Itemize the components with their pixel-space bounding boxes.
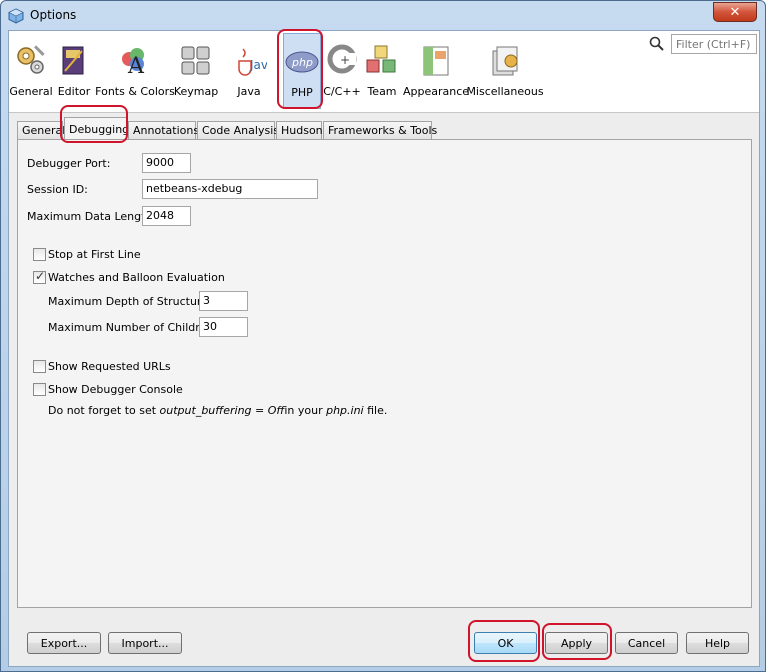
category-appearance[interactable]: Appearance <box>402 33 470 109</box>
tab-hudson-label: Hudson <box>281 124 323 137</box>
max-depth-label: Maximum Depth of Structures: <box>48 295 218 308</box>
category-keymap[interactable]: Keymap <box>174 33 218 109</box>
debugging-panel: Debugger Port: 9000 Session ID: netbeans… <box>17 139 752 608</box>
category-miscellaneous[interactable]: Miscellaneous <box>466 33 544 109</box>
team-cubes-icon <box>366 45 396 73</box>
fonts-colors-icon: A <box>122 48 145 79</box>
filter-input[interactable] <box>671 34 757 54</box>
max-children-label: Maximum Number of Children: <box>48 321 217 334</box>
php-icon: php <box>285 51 319 73</box>
title-bar: Options ✕ <box>1 1 765 31</box>
category-java[interactable]: Java Java <box>223 33 275 109</box>
category-editor[interactable]: Editor <box>56 33 92 109</box>
debugger-port-input[interactable]: 9000 <box>142 153 191 173</box>
svg-text:A: A <box>127 54 145 79</box>
appearance-icon <box>423 46 449 76</box>
svg-text:Java: Java <box>249 58 267 72</box>
category-appearance-label: Appearance <box>402 85 470 98</box>
category-php-label: PHP <box>291 86 313 99</box>
category-fonts-colors-label: Fonts & Colors <box>95 85 175 98</box>
cancel-button[interactable]: Cancel <box>615 632 678 654</box>
show-requested-urls-label: Show Requested URLs <box>48 360 171 373</box>
category-miscellaneous-label: Miscellaneous <box>466 85 544 98</box>
tab-general-label: General <box>22 124 66 137</box>
note-file: php.ini <box>326 404 364 417</box>
close-button[interactable]: ✕ <box>713 2 757 22</box>
tab-code-analysis[interactable]: Code Analysis <box>197 121 279 139</box>
show-debugger-console-label: Show Debugger Console <box>48 383 183 396</box>
options-client-area: General Editor A Fonts & Colors Keymap J… <box>8 30 760 667</box>
tab-frameworks-tools-label: Frameworks & Tools <box>328 124 438 137</box>
category-cpp-label: C/C++ <box>323 85 361 98</box>
category-java-label: Java <box>237 85 261 98</box>
close-icon: ✕ <box>729 4 741 20</box>
category-fonts-colors[interactable]: A Fonts & Colors <box>95 33 175 109</box>
tab-general[interactable]: General <box>17 121 66 139</box>
keyboard-icon <box>181 46 210 75</box>
export-button[interactable]: Export... <box>27 632 101 654</box>
tab-frameworks-tools[interactable]: Frameworks & Tools <box>323 121 437 139</box>
tab-hudson[interactable]: Hudson <box>276 121 323 139</box>
import-button[interactable]: Import... <box>108 632 182 654</box>
max-depth-input[interactable]: 3 <box>199 291 248 311</box>
stop-first-line-label: Stop at First Line <box>48 248 141 261</box>
java-cup-icon: Java <box>238 48 267 76</box>
svg-text:php: php <box>291 56 313 69</box>
category-team[interactable]: Team <box>365 33 399 109</box>
session-id-input[interactable]: netbeans-xdebug <box>142 179 318 199</box>
misc-icon <box>492 46 518 76</box>
watches-balloon-checkbox[interactable] <box>33 269 46 284</box>
category-php[interactable]: php PHP <box>283 33 321 109</box>
window-title: Options <box>30 8 77 22</box>
cpp-icon: + <box>327 44 357 74</box>
note-middle: in your <box>284 404 327 417</box>
netbeans-cube-icon <box>8 8 24 24</box>
max-data-length-label: Maximum Data Length: <box>27 210 157 223</box>
php-ini-note: Do not forget to set output_buffering = … <box>48 404 387 417</box>
apply-button[interactable]: Apply <box>545 632 608 654</box>
stop-first-line-checkbox[interactable] <box>33 248 46 261</box>
note-prefix: Do not forget to set <box>48 404 160 417</box>
note-suffix: file. <box>363 404 388 417</box>
ok-button[interactable]: OK <box>474 632 537 654</box>
tab-annotations-label: Annotations <box>133 124 200 137</box>
watches-balloon-label: Watches and Balloon Evaluation <box>48 271 225 284</box>
session-id-label: Session ID: <box>27 183 88 196</box>
options-window: Options ✕ General Editor A Fonts & Color… <box>0 0 766 672</box>
category-general[interactable]: General <box>9 33 53 109</box>
show-requested-urls-checkbox[interactable] <box>33 360 46 373</box>
category-keymap-label: Keymap <box>173 85 219 98</box>
category-cpp[interactable]: + C/C++ <box>323 33 361 109</box>
tab-annotations[interactable]: Annotations <box>128 121 200 139</box>
show-debugger-console-checkbox[interactable] <box>33 383 46 396</box>
debugger-port-label: Debugger Port: <box>27 157 111 170</box>
category-team-label: Team <box>367 85 397 98</box>
search-icon <box>649 36 664 51</box>
category-toolbar: General Editor A Fonts & Colors Keymap J… <box>9 31 759 113</box>
note-setting: output_buffering = Off <box>159 404 285 417</box>
svg-text:+: + <box>340 53 350 67</box>
tab-code-analysis-label: Code Analysis <box>202 124 279 137</box>
tab-debugging-label: Debugging <box>69 123 130 136</box>
max-children-input[interactable]: 30 <box>199 317 248 337</box>
editor-book-icon <box>62 46 84 75</box>
help-button[interactable]: Help <box>686 632 749 654</box>
category-general-label: General <box>9 85 53 98</box>
tab-debugging[interactable]: Debugging <box>64 117 130 139</box>
gears-icon <box>17 45 45 74</box>
category-editor-label: Editor <box>57 85 91 98</box>
max-data-length-input[interactable]: 2048 <box>142 206 191 226</box>
